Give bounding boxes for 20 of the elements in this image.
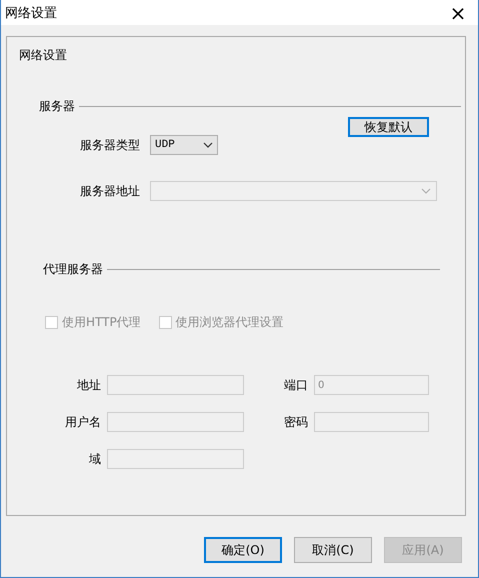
window-title: 网络设置: [5, 4, 57, 22]
field-label: 密码: [283, 414, 308, 430]
field-label: 用户名: [64, 414, 101, 430]
server-type-select[interactable]: UDP: [150, 135, 218, 155]
dialog-button[interactable]: 确定(O): [204, 537, 282, 563]
checkbox-label: 使用HTTP代理: [62, 314, 141, 331]
field-label: 端口: [283, 376, 308, 394]
field-label: 地址: [76, 376, 101, 394]
panel-caption: 网络设置: [19, 47, 67, 64]
reset-button[interactable]: 恢复默认: [348, 117, 429, 137]
field-label: 域: [88, 450, 101, 468]
close-button[interactable]: ×: [438, 0, 478, 25]
chevron-icon: [203, 142, 213, 148]
section-title: 代理服务器: [43, 261, 103, 278]
field-label: 服务器地址: [80, 182, 141, 200]
dialog-button[interactable]: 取消(C): [294, 537, 372, 563]
checkbox-label: 使用浏览器代理设置: [176, 314, 284, 331]
field-label: 服务器类型: [80, 136, 141, 154]
chevron-icon: [421, 188, 431, 194]
section-title: 服务器: [39, 98, 75, 115]
